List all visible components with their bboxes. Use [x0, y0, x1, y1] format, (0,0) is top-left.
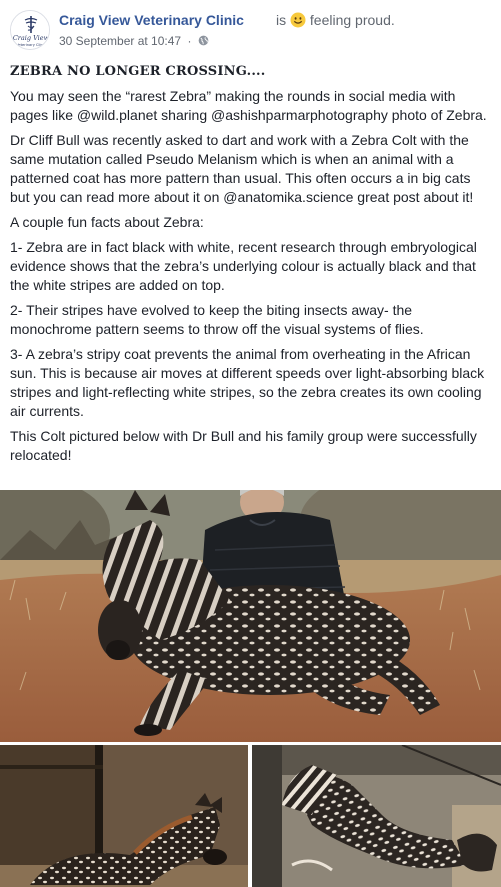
avatar-line-1: Craig View	[13, 34, 50, 42]
zebra-with-vet-image	[0, 490, 501, 742]
photo-zebra-with-vet[interactable]	[0, 490, 501, 742]
activity-text: feeling proud.	[309, 12, 395, 28]
photo-zebra-in-crate[interactable]	[0, 745, 248, 887]
zebra-in-crate-image	[0, 745, 248, 887]
zebra-from-above-image	[252, 745, 501, 887]
smiling-face-icon	[290, 12, 306, 28]
post-paragraph: 3- A zebra’s stripy coat prevents the an…	[10, 346, 485, 419]
post-text: ZEBRA NO LONGER CROSSING.... You may see…	[10, 62, 493, 471]
post-paragraph: 2- Their stripes have evolved to keep th…	[10, 302, 424, 337]
post-meta: 30 September at 10:47 ·	[59, 34, 209, 48]
clinic-logo-icon: Craig View Veterinary Clinic	[11, 11, 50, 49]
page-name-link[interactable]: Craig View Veterinary Clinic	[59, 12, 244, 28]
post-paragraph: You may seen the “rarest Zebra” making t…	[10, 88, 487, 123]
post-paragraph: This Colt pictured below with Dr Bull an…	[10, 428, 477, 463]
post-header: Craig View Veterinary Clinic Craig View …	[0, 0, 501, 56]
activity-prefix: is	[276, 12, 287, 28]
post-headline: ZEBRA NO LONGER CROSSING....	[10, 64, 266, 79]
activity-status: is feeling proud.	[276, 12, 395, 28]
avatar-line-2: Veterinary Clinic	[16, 43, 45, 47]
meta-separator: ·	[187, 34, 192, 48]
photo-zebra-from-above[interactable]	[252, 745, 501, 887]
post-paragraph: A couple fun facts about Zebra:	[10, 214, 204, 230]
page-avatar[interactable]: Craig View Veterinary Clinic	[10, 10, 50, 50]
globe-icon[interactable]	[198, 35, 209, 46]
post-paragraph: 1- Zebra are in fact black with white, r…	[10, 239, 477, 293]
post-timestamp-link[interactable]: 30 September at 10:47	[59, 34, 181, 48]
post-paragraph: Dr Cliff Bull was recently asked to dart…	[10, 132, 474, 205]
